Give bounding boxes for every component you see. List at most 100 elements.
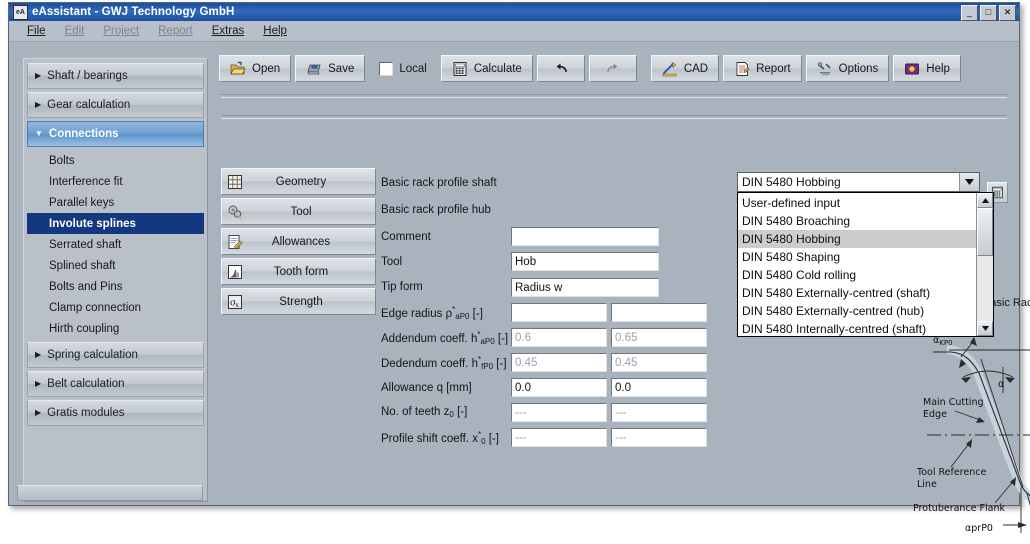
cad-button[interactable]: CAD	[651, 55, 719, 82]
sidebar-group-shaft-bearings[interactable]: ▶ Shaft / bearings	[27, 63, 204, 89]
profile-shift-text: Profile shift coeff.	[381, 432, 469, 444]
sidebar-group-spring-calculation[interactable]: ▶ Spring calculation	[27, 342, 204, 368]
sidebar-item-parallel-keys[interactable]: Parallel keys	[27, 192, 204, 213]
tab-allowances-label: Allowances	[243, 236, 375, 248]
tip-form-input[interactable]: Radius w	[511, 278, 659, 297]
scroll-up-icon[interactable]	[977, 193, 993, 208]
sidebar-item-serrated-shaft[interactable]: Serrated shaft	[27, 234, 204, 255]
dropdown-option-user-defined-input[interactable]: User-defined input	[738, 194, 976, 212]
tab-geometry[interactable]: Geometry	[221, 168, 376, 195]
dropdown-scrollbar[interactable]	[976, 193, 993, 336]
app-icon: eA	[13, 5, 28, 20]
sidebar-group-label: Connections	[49, 128, 119, 140]
dropdown-option-din-5480-externally-centred-hub[interactable]: DIN 5480 Externally-centred (hub)	[738, 302, 976, 320]
options-button[interactable]: Options	[806, 55, 890, 82]
sidebar-group-connections[interactable]: ▼ Connections	[27, 121, 204, 147]
application-window: eA eAssistant - GWJ Technology GmbH _ □ …	[8, 2, 1020, 506]
sidebar-group-belt-calculation[interactable]: ▶ Belt calculation	[27, 371, 204, 397]
menu-extras[interactable]: Extras	[212, 25, 245, 37]
undo-button[interactable]	[537, 55, 585, 82]
basic-rack-profile-dropdown[interactable]: User-defined input DIN 5480 Broaching DI…	[737, 192, 994, 337]
title-bar: eA eAssistant - GWJ Technology GmbH _ □ …	[9, 3, 1019, 21]
menu-edit[interactable]: Edit	[65, 25, 85, 37]
allowance-shaft-input[interactable]: 0.0	[511, 378, 607, 397]
scroll-down-icon[interactable]	[977, 321, 993, 336]
edge-radius-label: Edge radius ρ*aP0 [-]	[381, 305, 511, 321]
save-button[interactable]: Save	[295, 55, 365, 82]
sidebar-item-hirth-coupling[interactable]: Hirth coupling	[27, 318, 204, 339]
menu-file[interactable]: File	[27, 25, 46, 37]
sidebar-item-involute-splines[interactable]: Involute splines	[27, 213, 204, 234]
edge-radius-shaft-input[interactable]	[511, 303, 607, 322]
local-checkbox-group[interactable]: Local	[369, 55, 437, 82]
menu-project[interactable]: Project	[103, 25, 139, 37]
scrollbar-track[interactable]	[977, 208, 993, 321]
row-comment: Comment	[381, 224, 781, 249]
dropdown-option-din-5480-broaching[interactable]: DIN 5480 Broaching	[738, 212, 976, 230]
tab-tooth-form[interactable]: Tooth form	[221, 258, 376, 285]
edge-radius-hub-input[interactable]	[611, 303, 707, 322]
sidebar-group-gear-calculation[interactable]: ▶ Gear calculation	[27, 92, 204, 118]
row-allowance: Allowance q [mm] 0.0 0.0	[381, 375, 781, 400]
report-button[interactable]: Report	[723, 55, 802, 82]
menu-report[interactable]: Report	[158, 25, 193, 37]
addendum-shaft-input[interactable]: 0.6	[511, 328, 607, 347]
dropdown-option-din-5480-cold-rolling[interactable]: DIN 5480 Cold rolling	[738, 266, 976, 284]
menu-extras-label: Extras	[212, 25, 245, 37]
chevron-down-icon[interactable]	[959, 173, 979, 191]
addendum-label: Addendum coeff. h*aP0 [-]	[381, 330, 511, 346]
tab-tool[interactable]: Tool	[221, 198, 376, 225]
profile-shift-hub-input[interactable]: ---	[611, 428, 707, 447]
sidebar-item-bolts-and-pins[interactable]: Bolts and Pins	[27, 276, 204, 297]
dropdown-option-din-5480-hobbing[interactable]: DIN 5480 Hobbing	[738, 230, 976, 248]
allowance-hub-input[interactable]: 0.0	[611, 378, 707, 397]
dedendum-text: Dedendum coeff.	[381, 357, 468, 369]
tool-input[interactable]: Hob	[511, 252, 659, 271]
calculate-button[interactable]: Calculate	[441, 55, 533, 82]
toolbar-separator-top	[221, 94, 1007, 98]
window-controls: _ □ ✕	[961, 5, 1016, 21]
tab-geometry-label: Geometry	[243, 176, 375, 188]
help-button[interactable]: Help	[893, 55, 961, 82]
sidebar-item-splined-shaft[interactable]: Splined shaft	[27, 255, 204, 276]
local-label: Local	[399, 63, 427, 75]
chevron-down-icon: ▼	[35, 130, 43, 138]
sidebar-item-interference-fit[interactable]: Interference fit	[27, 171, 204, 192]
dedendum-label: Dedendum coeff. h*fP0 [-]	[381, 355, 511, 371]
tab-allowances[interactable]: Allowances	[221, 228, 376, 255]
addendum-hub-input[interactable]: 0.65	[611, 328, 707, 347]
local-checkbox[interactable]	[379, 62, 393, 76]
redo-button[interactable]	[589, 55, 637, 82]
teeth-shaft-input[interactable]: ---	[511, 403, 607, 422]
dropdown-option-din-5480-externally-centred-shaft[interactable]: DIN 5480 Externally-centred (shaft)	[738, 284, 976, 302]
scrollbar-thumb[interactable]	[977, 208, 993, 256]
sidebar: ▶ Shaft / bearings ▶ Gear calculation ▼ …	[9, 42, 213, 505]
label-main-cutting-edge-1: Main Cutting	[923, 397, 984, 408]
sidebar-item-clamp-connection[interactable]: Clamp connection	[27, 297, 204, 318]
row-tip-form: Tip form Radius w	[381, 274, 781, 300]
open-button[interactable]: Open	[219, 55, 291, 82]
profile-shift-shaft-input[interactable]: ---	[511, 428, 607, 447]
no-of-teeth-text: No. of teeth	[381, 406, 440, 418]
minimize-icon[interactable]: _	[961, 5, 978, 21]
tab-strength[interactable]: σ x Strength	[221, 288, 376, 315]
maximize-icon[interactable]: □	[980, 5, 997, 21]
menu-help[interactable]: Help	[263, 25, 287, 37]
sidebar-item-bolts[interactable]: Bolts	[27, 150, 204, 171]
report-button-label: Report	[756, 63, 791, 75]
dedendum-shaft-input[interactable]: 0.45	[511, 353, 607, 372]
dropdown-option-din-5480-shaping[interactable]: DIN 5480 Shaping	[738, 248, 976, 266]
open-button-label: Open	[252, 63, 280, 75]
dropdown-option-din-5480-internally-centred-shaft[interactable]: DIN 5480 Internally-centred (shaft)	[738, 320, 976, 338]
sidebar-connections-list: Bolts Interference fit Parallel keys Inv…	[27, 150, 204, 339]
dedendum-hub-input[interactable]: 0.45	[611, 353, 707, 372]
dropdown-options: User-defined input DIN 5480 Broaching DI…	[738, 193, 976, 336]
sidebar-group-label: Belt calculation	[47, 378, 124, 390]
basic-rack-profile-combo[interactable]: DIN 5480 Hobbing	[737, 172, 980, 192]
close-icon[interactable]: ✕	[999, 5, 1016, 21]
teeth-hub-input[interactable]: ---	[611, 403, 707, 422]
comment-input[interactable]	[511, 227, 659, 246]
sidebar-group-gratis-modules[interactable]: ▶ Gratis modules	[27, 400, 204, 426]
allowance-label: Allowance q [mm]	[381, 382, 511, 394]
row-dedendum-coeff: Dedendum coeff. h*fP0 [-] 0.45 0.45	[381, 350, 781, 375]
